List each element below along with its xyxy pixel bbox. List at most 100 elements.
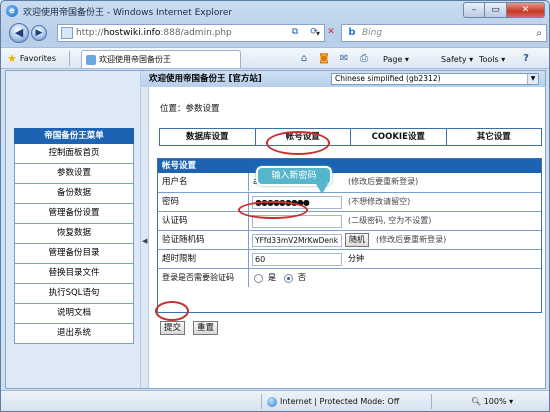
home-icon[interactable]: ⌂ xyxy=(297,52,311,66)
sidebar-item-logout[interactable]: 退出系统 xyxy=(14,324,134,344)
sidebar-item-settings[interactable]: 参数设置 xyxy=(14,164,134,184)
form-title: 帐号设置 xyxy=(158,159,541,173)
row-auth-code: 认证码 (二级密码, 空为不设置) xyxy=(158,211,541,230)
zoom-value: 100% xyxy=(483,397,507,406)
page-header-title: 欢迎使用帝国备份王 [官方站] xyxy=(149,74,262,84)
status-bar: Internet | Protected Mode: Off 🔍︎ 100% ▾ xyxy=(1,390,549,411)
annotation-ring-tab xyxy=(266,131,330,155)
browser-window: e 欢迎使用帝国备份王 - Windows Internet Explorer … xyxy=(0,0,550,412)
annotation-ring-password xyxy=(238,201,308,219)
timeout-label: 超时限制 xyxy=(162,254,197,264)
url-path: :888/admin.php xyxy=(160,28,232,38)
row-password: 密码 ●●●●●●●●● (不想修改请留空) xyxy=(158,192,541,211)
window-title: 欢迎使用帝国备份王 - Windows Internet Explorer xyxy=(23,7,233,18)
chevron-down-icon: ▼ xyxy=(527,74,538,84)
navigation-row: ◀ ▶ http://hostwiki.info:888/admin.php ▾… xyxy=(1,22,549,46)
zoom-level[interactable]: 🔍︎ 100% ▾ xyxy=(471,395,513,409)
row-captcha: 登录是否需要验证码 是 否 xyxy=(158,268,541,287)
auth-code-note: (二级密码, 空为不设置) xyxy=(348,216,432,225)
breadcrumb: 位置：参数设置 xyxy=(160,104,220,114)
page-icon xyxy=(61,27,73,39)
captcha-no-radio[interactable] xyxy=(284,274,293,283)
back-arrow-icon[interactable]: ◀ xyxy=(9,23,29,43)
search-placeholder: Bing xyxy=(362,28,383,38)
favorites-bar: ★ Favorites 欢迎使用帝国备份王 ⌂ ◙ ✉ ⎙ Page ▾ Saf… xyxy=(1,47,549,69)
mail-icon[interactable]: ✉ xyxy=(337,52,351,66)
help-icon[interactable]: ? xyxy=(519,52,533,66)
page-menu[interactable]: Page ▾ xyxy=(383,52,409,66)
compatibility-icon[interactable]: ⧉ xyxy=(287,25,303,41)
tab-database[interactable]: 数据库设置 xyxy=(160,129,256,145)
url-host: hostwiki.info xyxy=(103,28,161,38)
random-code-field[interactable]: YFfd33mV2MrKwDenk xyxy=(252,234,342,247)
tab-cookie[interactable]: COOKIE设置 xyxy=(351,129,447,145)
captcha-yes-radio[interactable] xyxy=(254,274,263,283)
random-code-note: (修改后要重新登录) xyxy=(376,235,447,244)
row-random-code: 验证随机码 YFfd33mV2MrKwDenk 随机 (修改后要重新登录) xyxy=(158,230,541,249)
language-select[interactable]: Chinese simplified (gb2312) ▼ xyxy=(331,73,539,85)
print-icon[interactable]: ⎙ xyxy=(357,52,371,66)
sidebar-item-manage-backup-settings[interactable]: 管理备份设置 xyxy=(14,204,134,224)
favorites-label: Favorites xyxy=(19,54,57,63)
sidebar-item-manage-backup-dir[interactable]: 管理备份目录 xyxy=(14,244,134,264)
sidebar-item-docs[interactable]: 说明文档 xyxy=(14,304,134,324)
language-select-value: Chinese simplified (gb2312) xyxy=(335,74,441,83)
bing-icon: b xyxy=(348,27,356,38)
reset-button[interactable]: 重置 xyxy=(193,321,219,335)
page-header: 欢迎使用帝国备份王 [官方站] Chinese simplified (gb23… xyxy=(141,71,545,87)
captcha-yes-label: 是 xyxy=(268,273,276,282)
main-panel: 位置：参数设置 数据库设置 帐号设置 COOKIE设置 其它设置 帐号设置 用户… xyxy=(154,87,545,388)
browser-tab[interactable]: 欢迎使用帝国备份王 xyxy=(81,50,241,68)
username-label: 用户名 xyxy=(162,177,188,187)
maximize-button[interactable]: ▭ xyxy=(485,2,507,18)
minimize-button[interactable]: – xyxy=(463,2,485,18)
sidebar-item-backup[interactable]: 备份数据 xyxy=(14,184,134,204)
random-code-label: 验证随机码 xyxy=(162,235,205,245)
stop-icon[interactable]: ✕ xyxy=(323,25,339,41)
captcha-no-label: 否 xyxy=(298,273,306,282)
tab-page-icon xyxy=(86,54,96,65)
page-content: 欢迎使用帝国备份王 [官方站] Chinese simplified (gb23… xyxy=(5,70,546,389)
settings-tabs: 数据库设置 帐号设置 COOKIE设置 其它设置 xyxy=(159,128,542,146)
timeout-field[interactable]: 60 xyxy=(252,253,342,266)
close-button[interactable]: ✕ xyxy=(507,2,545,18)
title-bar: e 欢迎使用帝国备份王 - Windows Internet Explorer … xyxy=(1,1,549,21)
refresh-icon[interactable]: ⟳ xyxy=(306,25,322,41)
row-timeout: 超时限制 60 分钟 xyxy=(158,249,541,268)
password-label: 密码 xyxy=(162,197,180,207)
collapse-arrow-icon[interactable]: ◀ xyxy=(142,237,147,245)
password-note: (不想修改请留空) xyxy=(348,197,411,206)
account-form: 帐号设置 用户名 admin (修改后要重新登录) 密码 ●●●●●●●●● (… xyxy=(157,158,542,313)
frame-splitter[interactable]: ◀ xyxy=(141,87,149,388)
sidebar-item-replace-files[interactable]: 替换目录文件 xyxy=(14,264,134,284)
annotation-callout: 输入新密码 xyxy=(256,166,332,194)
url-prefix: http:// xyxy=(76,28,104,38)
security-zone-label: Internet | Protected Mode: Off xyxy=(280,397,400,406)
ie-logo-icon: e xyxy=(6,5,18,17)
forward-arrow-icon[interactable]: ▶ xyxy=(31,25,47,41)
globe-icon xyxy=(267,396,277,407)
username-note: (修改后要重新登录) xyxy=(348,177,419,186)
address-bar[interactable]: http://hostwiki.info:888/admin.php ▾ xyxy=(57,24,325,42)
favorites-button[interactable]: ★ Favorites xyxy=(7,51,56,66)
security-zone: Internet | Protected Mode: Off xyxy=(267,395,399,409)
row-username: 用户名 admin (修改后要重新登录) xyxy=(158,173,541,192)
search-box[interactable]: b Bing ⌕ xyxy=(341,24,547,42)
sidebar-menu: 帝国备份王菜单 控制面板首页 参数设置 备份数据 管理备份设置 恢复数据 管理备… xyxy=(14,128,134,344)
random-button[interactable]: 随机 xyxy=(345,233,369,247)
safety-menu[interactable]: Safety ▾ xyxy=(441,52,473,66)
tab-other[interactable]: 其它设置 xyxy=(447,129,542,145)
tools-menu[interactable]: Tools ▾ xyxy=(479,52,505,66)
sidebar-item-restore[interactable]: 恢复数据 xyxy=(14,224,134,244)
timeout-unit: 分钟 xyxy=(348,254,364,263)
auth-code-label: 认证码 xyxy=(162,216,188,226)
feeds-icon[interactable]: ◙ xyxy=(317,52,331,66)
captcha-label: 登录是否需要验证码 xyxy=(162,273,234,282)
sidebar-item-run-sql[interactable]: 执行SQL语句 xyxy=(14,284,134,304)
star-icon: ★ xyxy=(7,52,17,65)
sidebar-title: 帝国备份王菜单 xyxy=(14,128,134,144)
submit-button[interactable]: 提交 xyxy=(160,321,186,335)
tab-title: 欢迎使用帝国备份王 xyxy=(99,55,171,64)
search-icon[interactable]: ⌕ xyxy=(536,28,542,39)
sidebar-item-control-panel[interactable]: 控制面板首页 xyxy=(14,144,134,164)
